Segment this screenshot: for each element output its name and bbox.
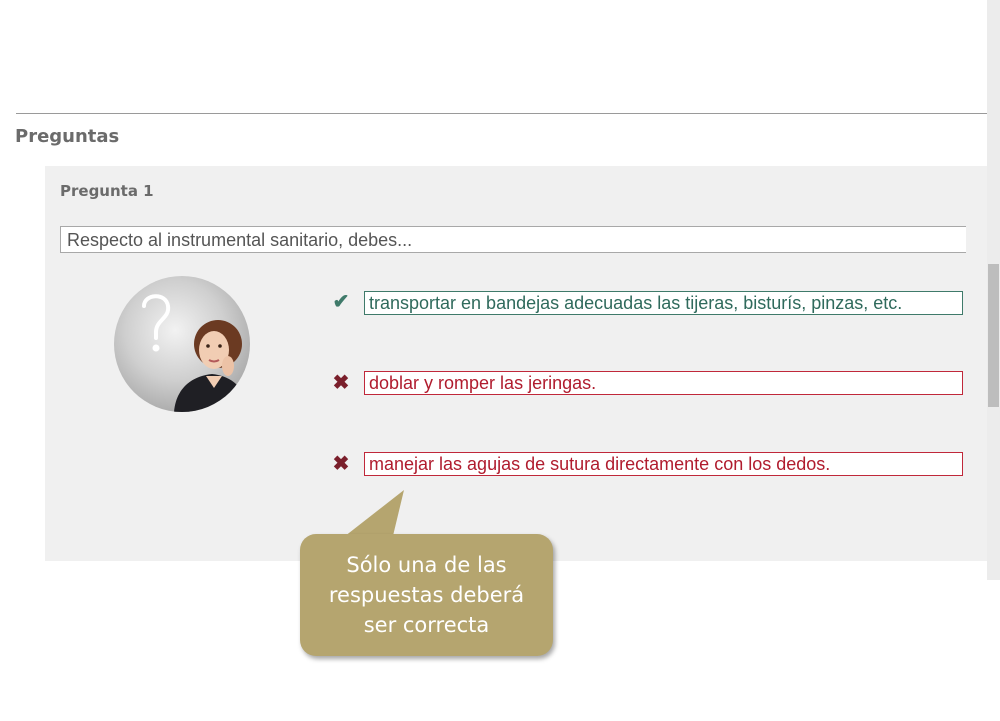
answer-option-1[interactable]: transportar en bandejas adecuadas las ti…	[364, 291, 963, 315]
section-divider	[16, 113, 987, 114]
x-icon: ✖	[332, 372, 350, 394]
question-label: Pregunta 1	[60, 182, 154, 200]
callout-line-2: respuestas deberá	[328, 583, 525, 607]
callout-line-1: Sólo una de las	[346, 553, 507, 577]
callout-line-3: ser correcta	[363, 613, 490, 637]
answer-option-2[interactable]: doblar y romper las jeringas.	[364, 371, 963, 395]
thinking-woman-avatar	[114, 276, 250, 412]
answer-option-3[interactable]: manejar las agujas de sutura directament…	[364, 452, 963, 476]
scrollbar-thumb[interactable]	[988, 264, 999, 407]
question-text: Respecto al instrumental sanitario, debe…	[60, 226, 966, 253]
x-icon: ✖	[332, 453, 350, 475]
check-icon: ✔	[332, 291, 350, 313]
section-title: Preguntas	[15, 126, 120, 147]
hint-callout: Sólo una de las respuestas deberá ser co…	[300, 534, 553, 656]
thinking-woman-illustration	[142, 294, 248, 412]
